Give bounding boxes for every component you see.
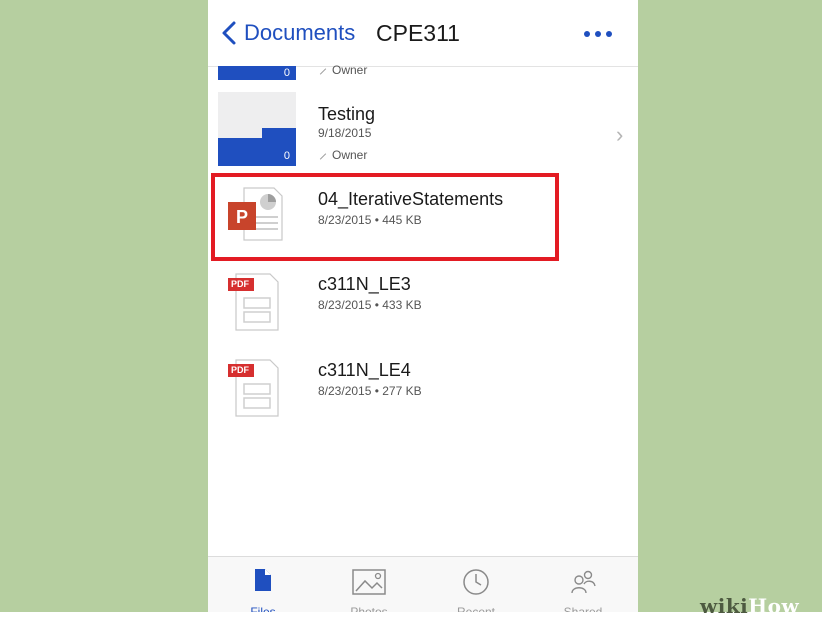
photos-icon [352,569,386,595]
page-title: CPE311 [376,20,460,46]
back-button[interactable]: Documents [220,20,355,46]
pdf-label: PDF [231,279,249,289]
tab-bar: Files Photos Recent Shared [208,556,638,620]
tab-photos[interactable]: Photos [326,557,412,620]
folder-count: 0 [283,150,290,162]
shared-icon [571,570,596,594]
more-dot-icon [595,31,601,37]
phone-screen: Documents CPE311 0 Owner 0 Testing 9/18/… [208,0,638,620]
tab-files[interactable]: Files [220,557,306,620]
file-name: c311N_LE3 [318,274,411,294]
highlight-box [211,173,559,261]
pdf-label: PDF [231,365,249,375]
pdf-icon: PDF [226,272,280,334]
folder-tab [262,128,296,138]
clock-icon [463,569,489,595]
owner-text: Owner [332,63,368,77]
owner-label: Owner [318,63,367,77]
chevron-left-icon [222,21,236,45]
tab-shared[interactable]: Shared [540,557,626,620]
background-right [638,0,822,620]
watermark-logo: wikiHow [700,594,799,618]
bottom-strip [0,612,822,620]
file-meta: 8/23/2015 • 433 KB [318,298,422,312]
folder-row-partial[interactable]: 0 Owner [208,63,638,80]
file-meta: 8/23/2015 • 277 KB [318,384,422,398]
nav-header: Documents CPE311 [208,0,638,67]
owner-icon [318,150,328,160]
background-left [0,0,208,620]
folder-date: 9/18/2015 [318,126,372,140]
chevron-right-icon: › [616,122,624,147]
pdf-icon: PDF [226,358,280,420]
folder-thumbnail: 0 [218,92,296,166]
tab-recent[interactable]: Recent [433,557,519,620]
folder-thumbnail: 0 [218,66,296,80]
file-name: c311N_LE4 [318,360,411,380]
watermark-part2: How [748,594,800,618]
more-options-button[interactable] [580,22,616,46]
folder-count: 0 [283,67,290,79]
back-label: Documents [244,20,356,45]
owner-label: Owner [318,148,367,162]
files-icon [255,569,271,591]
folder-name: Testing [318,104,376,124]
folder-row-testing[interactable]: 0 Testing 9/18/2015 Owner [208,92,638,166]
more-dot-icon [584,31,590,37]
owner-text: Owner [332,148,368,162]
watermark-part1: wiki [700,594,749,618]
more-dot-icon [606,31,612,37]
owner-icon [318,65,328,75]
